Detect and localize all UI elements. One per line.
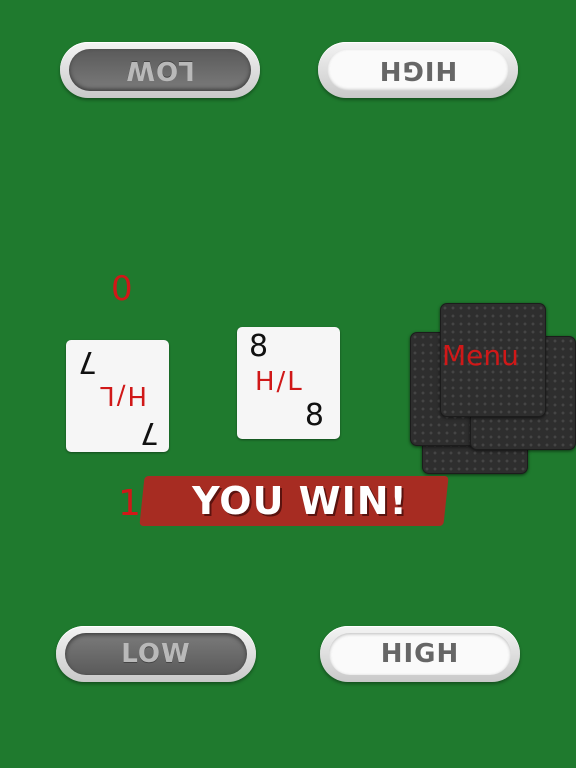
bottom-low-label: LOW (65, 633, 247, 675)
center-card[interactable]: 8 H/L 8 (237, 327, 340, 439)
bottom-low-button[interactable]: LOW (56, 626, 256, 682)
left-card-face: 7 H/L 7 (66, 340, 169, 452)
top-high-label: HIGH (327, 49, 509, 91)
left-card-rank-bottom: 7 (78, 344, 98, 379)
menu-label: Menu (442, 339, 519, 372)
top-low-button[interactable]: LOW (60, 42, 260, 98)
top-high-button[interactable]: HIGH (318, 42, 518, 98)
player-score: 1 (118, 483, 141, 524)
opponent-score: 0 (111, 269, 133, 309)
result-banner-text: YOU WIN! (192, 479, 408, 523)
center-card-rank-top: 8 (249, 329, 269, 364)
center-card-center: H/L (255, 367, 304, 397)
deck-menu-button[interactable]: Menu (410, 300, 576, 476)
bottom-high-label: HIGH (329, 633, 511, 675)
left-card[interactable]: 7 H/L 7 (66, 340, 169, 452)
center-card-rank-bottom: 8 (304, 398, 324, 433)
bottom-high-button[interactable]: HIGH (320, 626, 520, 682)
left-card-rank-top: 7 (139, 415, 159, 450)
top-low-label: LOW (69, 49, 251, 91)
left-card-center: H/L (98, 380, 147, 410)
